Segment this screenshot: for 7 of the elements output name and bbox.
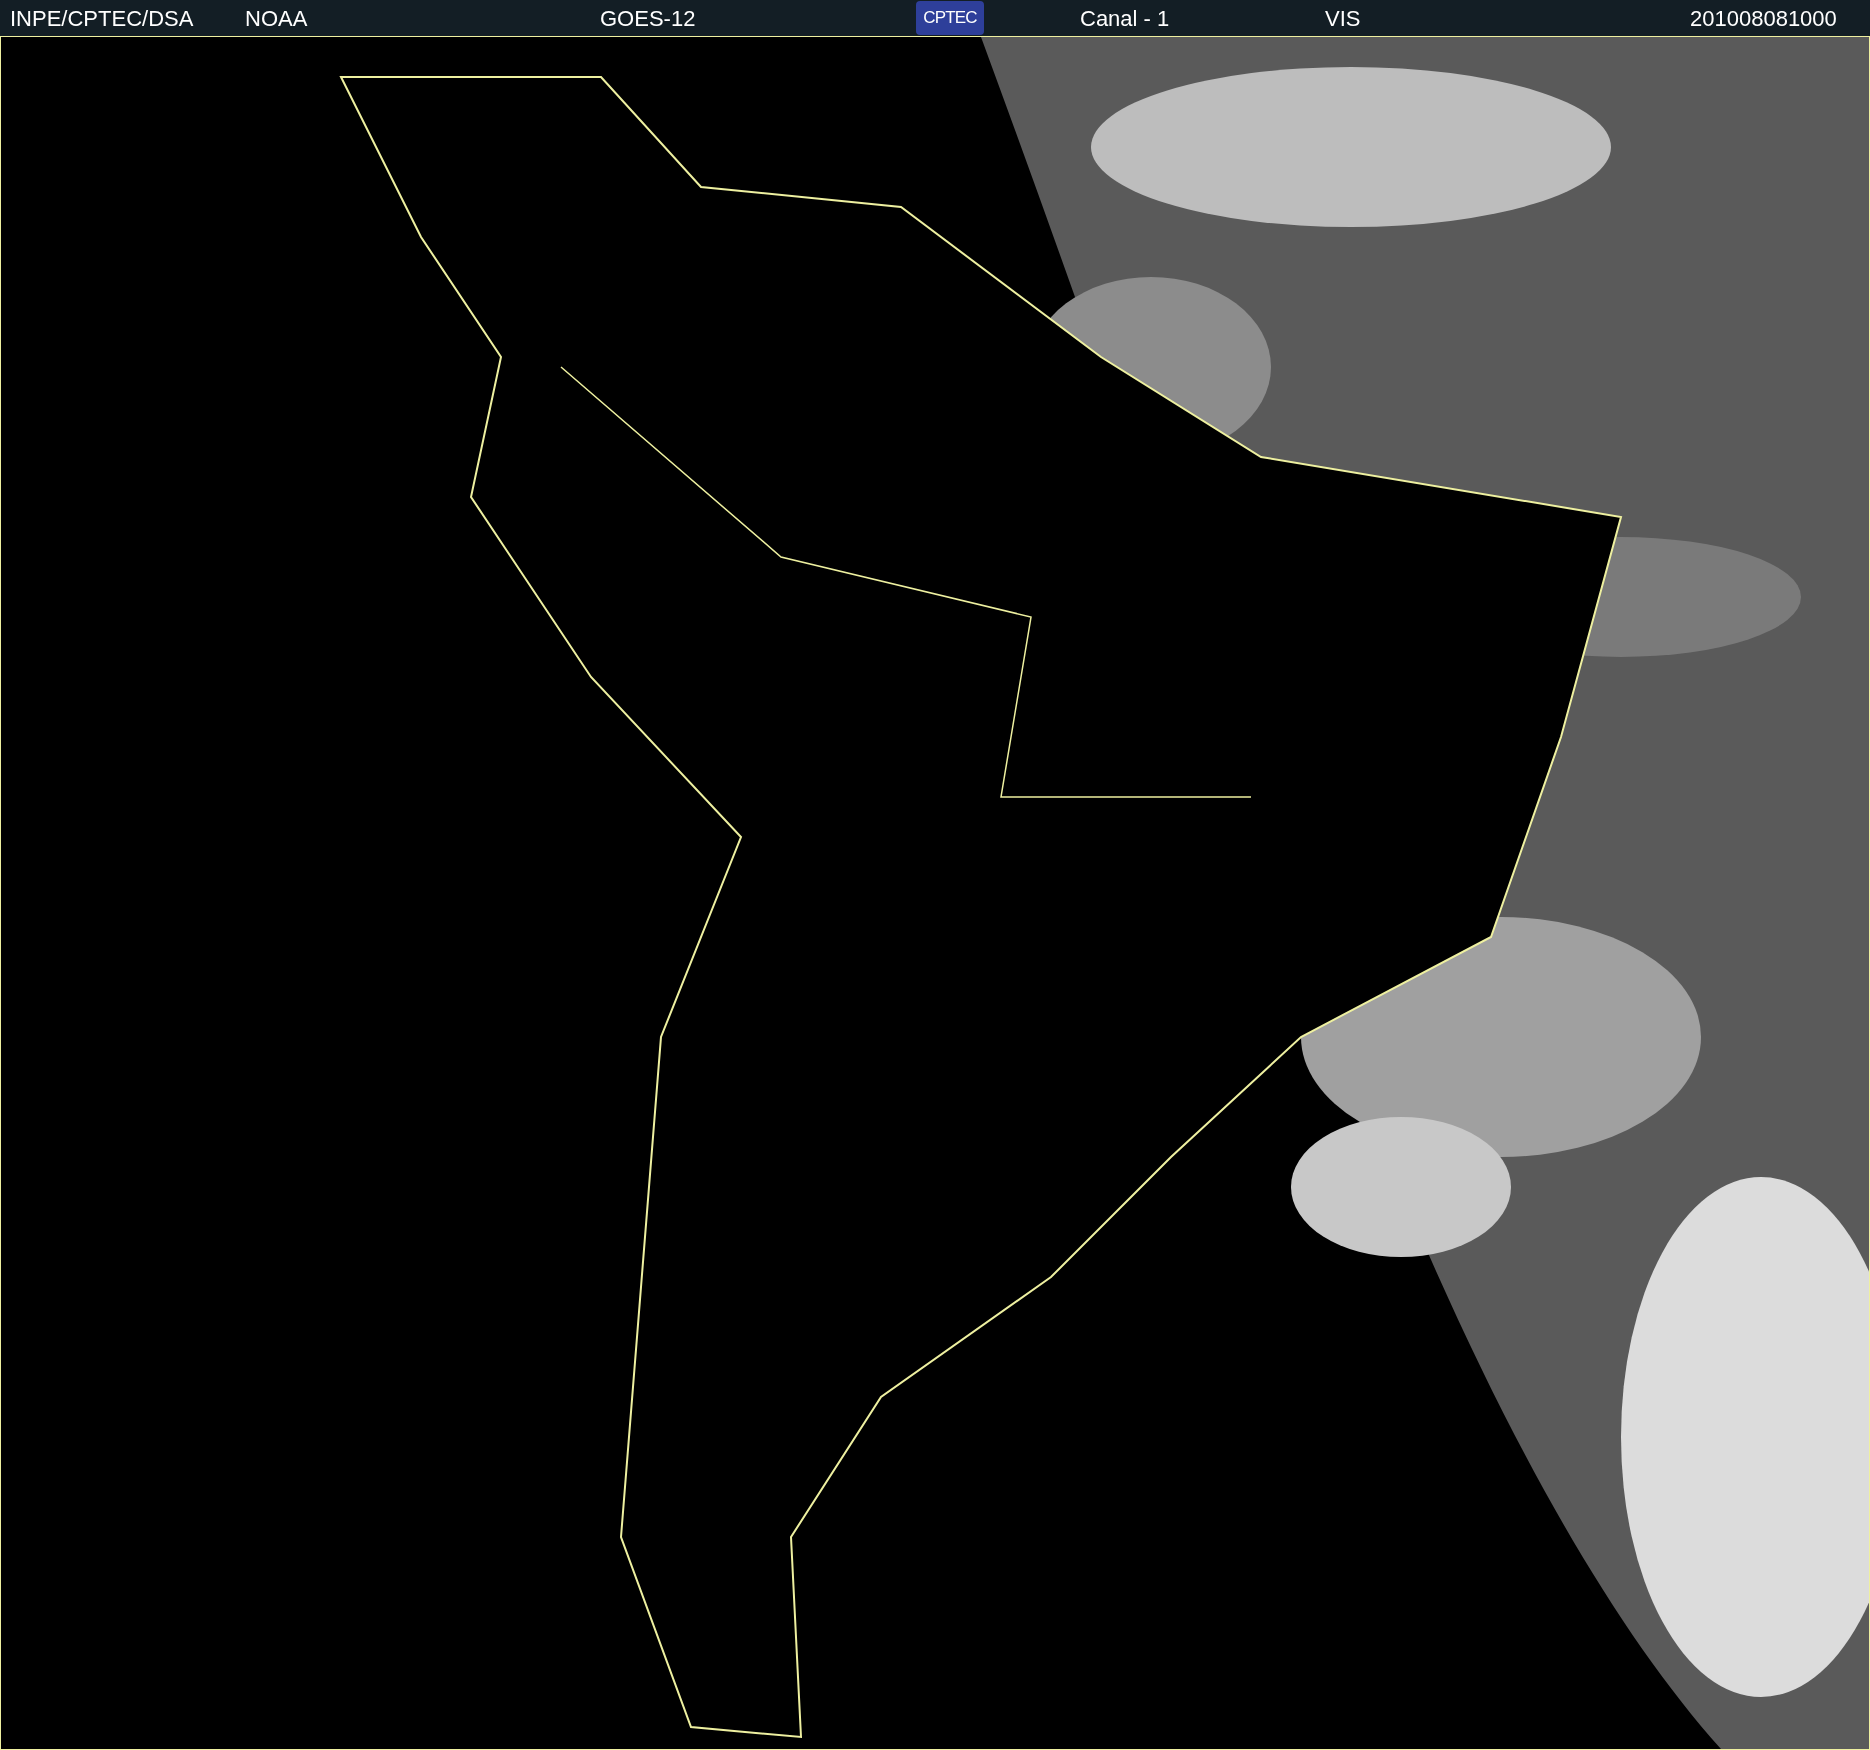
timestamp-label: 201008081000 [1690,4,1837,33]
band-label: VIS [1325,4,1362,33]
satellite-label: GOES-12 [600,4,697,33]
channel-label: Canal - 1 [1080,4,1171,33]
agency-label: NOAA [245,4,309,33]
source-label: INPE/CPTEC/DSA [10,4,195,33]
logo: CPTEC [916,1,984,35]
